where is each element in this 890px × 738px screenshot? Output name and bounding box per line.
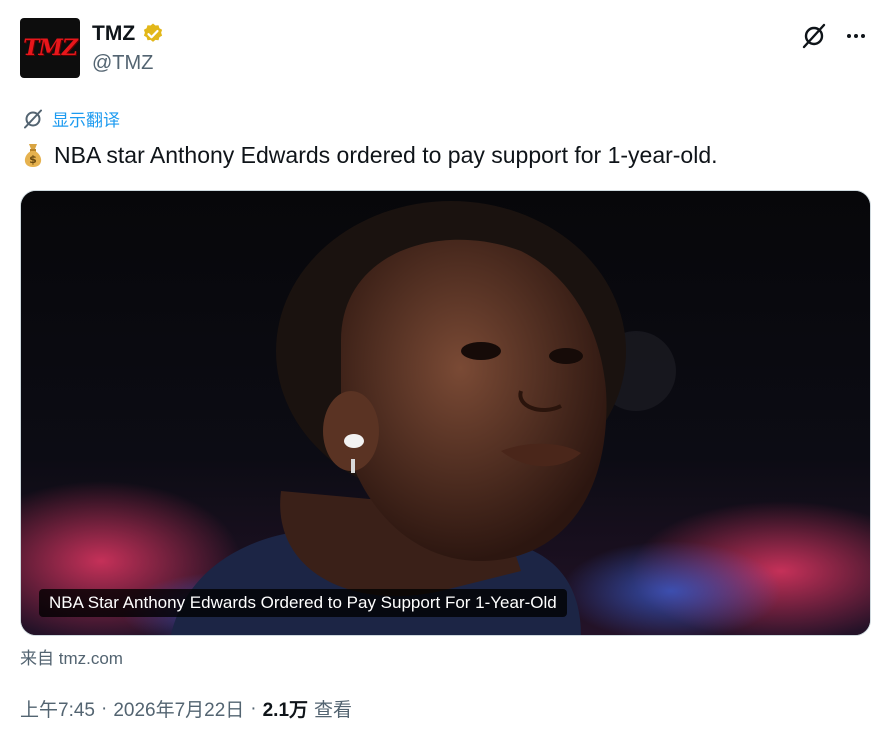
svg-text:$: $ — [29, 153, 37, 166]
dot — [861, 34, 865, 38]
tweet-text: $ NBA star Anthony Edwards ordered to pa… — [20, 140, 718, 170]
tweet-time[interactable]: 上午7:45 — [20, 695, 95, 722]
avatar[interactable]: TMZ — [20, 18, 80, 78]
separator: · — [250, 697, 257, 719]
show-translation-link[interactable]: 显示翻译 — [22, 106, 120, 131]
separator: · — [100, 697, 108, 719]
verified-badge-icon[interactable] — [141, 22, 165, 46]
card-title: NBA Star Anthony Edwards Ordered to Pay … — [39, 589, 567, 617]
dot — [854, 34, 858, 38]
tweet-body: NBA star Anthony Edwards ordered to pay … — [54, 142, 718, 168]
money-bag-icon: $ — [24, 144, 42, 167]
link-card[interactable]: NBA Star Anthony Edwards Ordered to Pay … — [20, 190, 871, 636]
handle[interactable]: @TMZ — [92, 52, 153, 75]
name-row: TMZ — [92, 22, 165, 46]
card-source[interactable]: 来自 tmz.com — [20, 644, 123, 669]
dot — [847, 34, 851, 38]
display-name[interactable]: TMZ — [92, 22, 135, 46]
more-icon[interactable] — [842, 22, 870, 50]
tweet-header: TMZ TMZ @TMZ — [20, 18, 870, 80]
view-count: 2.1万 — [262, 700, 309, 721]
grok-icon[interactable] — [800, 22, 828, 50]
tweet-date[interactable]: 2026年7月22日 — [113, 695, 244, 722]
tmz-logo: TMZ — [23, 35, 78, 61]
grok-icon — [24, 109, 42, 128]
article-photo — [21, 191, 870, 635]
show-translation-label: 显示翻译 — [52, 111, 120, 130]
tweet-meta: 上午7:45 · 2026年7月22日 · 2.1万 查看 — [20, 695, 352, 722]
view-label: 查看 — [314, 700, 353, 721]
